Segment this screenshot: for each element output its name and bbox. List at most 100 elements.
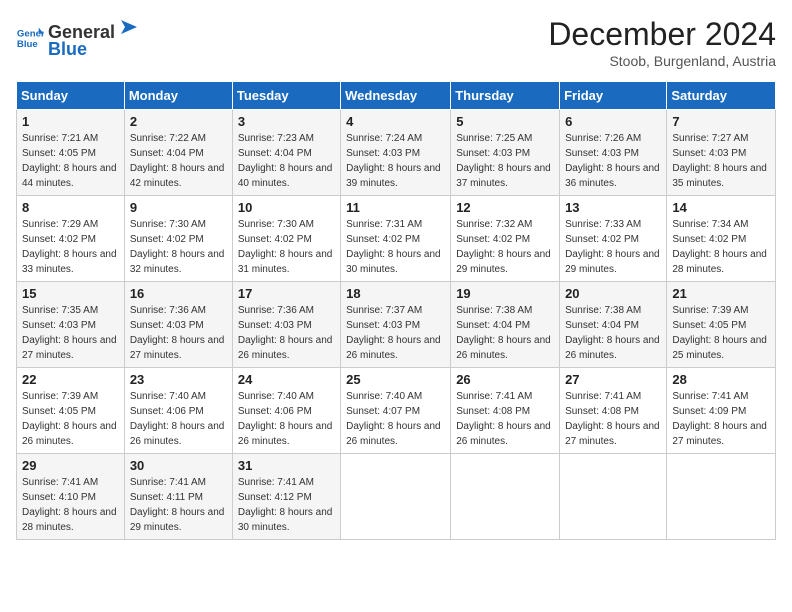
day-detail: Sunrise: 7:26 AMSunset: 4:03 PMDaylight:…: [565, 133, 660, 189]
day-detail: Sunrise: 7:41 AMSunset: 4:09 PMDaylight:…: [672, 391, 767, 447]
svg-text:Blue: Blue: [17, 39, 38, 50]
day-number: 18: [346, 286, 445, 301]
day-number: 24: [238, 372, 335, 387]
day-number: 7: [672, 114, 770, 129]
day-detail: Sunrise: 7:40 AMSunset: 4:06 PMDaylight:…: [130, 391, 225, 447]
calendar-cell: 23 Sunrise: 7:40 AMSunset: 4:06 PMDayligh…: [124, 368, 232, 454]
title-block: December 2024 Stoob, Burgenland, Austria: [548, 16, 776, 69]
day-detail: Sunrise: 7:33 AMSunset: 4:02 PMDaylight:…: [565, 219, 660, 275]
day-number: 1: [22, 114, 119, 129]
day-detail: Sunrise: 7:22 AMSunset: 4:04 PMDaylight:…: [130, 133, 225, 189]
page-header: General Blue General Blue December 2024 …: [16, 16, 776, 69]
day-number: 27: [565, 372, 661, 387]
calendar-cell: [451, 454, 560, 540]
day-number: 22: [22, 372, 119, 387]
calendar-cell: 9 Sunrise: 7:30 AMSunset: 4:02 PMDaylight…: [124, 196, 232, 282]
day-detail: Sunrise: 7:35 AMSunset: 4:03 PMDaylight:…: [22, 305, 117, 361]
day-number: 16: [130, 286, 227, 301]
day-detail: Sunrise: 7:37 AMSunset: 4:03 PMDaylight:…: [346, 305, 441, 361]
day-number: 4: [346, 114, 445, 129]
logo-arrow-icon: [117, 16, 139, 38]
col-header-wednesday: Wednesday: [341, 82, 451, 110]
day-number: 11: [346, 200, 445, 215]
day-number: 3: [238, 114, 335, 129]
calendar-cell: 16Sunrise: 7:36 AMSunset: 4:03 PMDayligh…: [124, 282, 232, 368]
day-detail: Sunrise: 7:40 AMSunset: 4:06 PMDaylight:…: [238, 391, 333, 447]
day-number: 31: [238, 458, 335, 473]
calendar-cell: 20 Sunrise: 7:38 AMSunset: 4:04 PMDayligh…: [560, 282, 667, 368]
col-header-tuesday: Tuesday: [232, 82, 340, 110]
calendar-cell: 5 Sunrise: 7:25 AMSunset: 4:03 PMDaylight…: [451, 110, 560, 196]
calendar-cell: 25 Sunrise: 7:40 AMSunset: 4:07 PMDayligh…: [341, 368, 451, 454]
day-number: 28: [672, 372, 770, 387]
calendar-cell: 7 Sunrise: 7:27 AMSunset: 4:03 PMDaylight…: [667, 110, 776, 196]
day-number: 25: [346, 372, 445, 387]
calendar-cell: 14 Sunrise: 7:34 AMSunset: 4:02 PMDayligh…: [667, 196, 776, 282]
col-header-monday: Monday: [124, 82, 232, 110]
day-number: 9: [130, 200, 227, 215]
calendar-cell: 19Sunrise: 7:38 AMSunset: 4:04 PMDayligh…: [451, 282, 560, 368]
day-detail: Sunrise: 7:29 AMSunset: 4:02 PMDaylight:…: [22, 219, 117, 275]
calendar-cell: 17 Sunrise: 7:36 AMSunset: 4:03 PMDayligh…: [232, 282, 340, 368]
col-header-thursday: Thursday: [451, 82, 560, 110]
day-number: 23: [130, 372, 227, 387]
day-detail: Sunrise: 7:38 AMSunset: 4:04 PMDaylight:…: [565, 305, 660, 361]
col-header-sunday: Sunday: [17, 82, 125, 110]
calendar-cell: 3 Sunrise: 7:23 AMSunset: 4:04 PMDaylight…: [232, 110, 340, 196]
col-header-saturday: Saturday: [667, 82, 776, 110]
day-number: 26: [456, 372, 554, 387]
calendar-cell: 27 Sunrise: 7:41 AMSunset: 4:08 PMDayligh…: [560, 368, 667, 454]
calendar-cell: 18 Sunrise: 7:37 AMSunset: 4:03 PMDayligh…: [341, 282, 451, 368]
day-detail: Sunrise: 7:30 AMSunset: 4:02 PMDaylight:…: [130, 219, 225, 275]
day-number: 8: [22, 200, 119, 215]
day-detail: Sunrise: 7:41 AMSunset: 4:08 PMDaylight:…: [565, 391, 660, 447]
logo-icon: General Blue: [16, 24, 44, 52]
col-header-friday: Friday: [560, 82, 667, 110]
calendar-cell: [341, 454, 451, 540]
calendar-cell: 11 Sunrise: 7:31 AMSunset: 4:02 PMDayligh…: [341, 196, 451, 282]
calendar-cell: 4 Sunrise: 7:24 AMSunset: 4:03 PMDaylight…: [341, 110, 451, 196]
day-detail: Sunrise: 7:39 AMSunset: 4:05 PMDaylight:…: [672, 305, 767, 361]
day-detail: Sunrise: 7:21 AMSunset: 4:05 PMDaylight:…: [22, 133, 117, 189]
day-detail: Sunrise: 7:41 AMSunset: 4:10 PMDaylight:…: [22, 477, 117, 533]
calendar-cell: 1 Sunrise: 7:21 AMSunset: 4:05 PMDaylight…: [17, 110, 125, 196]
day-number: 5: [456, 114, 554, 129]
day-detail: Sunrise: 7:27 AMSunset: 4:03 PMDaylight:…: [672, 133, 767, 189]
day-detail: Sunrise: 7:41 AMSunset: 4:08 PMDaylight:…: [456, 391, 551, 447]
calendar-cell: [667, 454, 776, 540]
day-detail: Sunrise: 7:41 AMSunset: 4:12 PMDaylight:…: [238, 477, 333, 533]
day-number: 14: [672, 200, 770, 215]
day-number: 15: [22, 286, 119, 301]
day-detail: Sunrise: 7:40 AMSunset: 4:07 PMDaylight:…: [346, 391, 441, 447]
calendar-cell: 12Sunrise: 7:32 AMSunset: 4:02 PMDayligh…: [451, 196, 560, 282]
day-detail: Sunrise: 7:34 AMSunset: 4:02 PMDaylight:…: [672, 219, 767, 275]
calendar-cell: 26 Sunrise: 7:41 AMSunset: 4:08 PMDayligh…: [451, 368, 560, 454]
day-detail: Sunrise: 7:24 AMSunset: 4:03 PMDaylight:…: [346, 133, 441, 189]
calendar-cell: 8 Sunrise: 7:29 AMSunset: 4:02 PMDaylight…: [17, 196, 125, 282]
day-detail: Sunrise: 7:23 AMSunset: 4:04 PMDaylight:…: [238, 133, 333, 189]
day-detail: Sunrise: 7:41 AMSunset: 4:11 PMDaylight:…: [130, 477, 225, 533]
day-detail: Sunrise: 7:38 AMSunset: 4:04 PMDaylight:…: [456, 305, 551, 361]
calendar-cell: 10Sunrise: 7:30 AMSunset: 4:02 PMDayligh…: [232, 196, 340, 282]
day-number: 17: [238, 286, 335, 301]
day-number: 13: [565, 200, 661, 215]
day-detail: Sunrise: 7:31 AMSunset: 4:02 PMDaylight:…: [346, 219, 441, 275]
calendar-cell: [560, 454, 667, 540]
location-subtitle: Stoob, Burgenland, Austria: [548, 53, 776, 69]
day-detail: Sunrise: 7:36 AMSunset: 4:03 PMDaylight:…: [238, 305, 333, 361]
calendar-week-4: 22Sunrise: 7:39 AMSunset: 4:05 PMDayligh…: [17, 368, 776, 454]
day-number: 6: [565, 114, 661, 129]
day-number: 21: [672, 286, 770, 301]
day-number: 20: [565, 286, 661, 301]
day-number: 12: [456, 200, 554, 215]
day-number: 30: [130, 458, 227, 473]
calendar-week-5: 29Sunrise: 7:41 AMSunset: 4:10 PMDayligh…: [17, 454, 776, 540]
day-number: 2: [130, 114, 227, 129]
day-detail: Sunrise: 7:25 AMSunset: 4:03 PMDaylight:…: [456, 133, 551, 189]
calendar-week-1: 1 Sunrise: 7:21 AMSunset: 4:05 PMDaylight…: [17, 110, 776, 196]
month-title: December 2024: [548, 16, 776, 53]
calendar-cell: 13 Sunrise: 7:33 AMSunset: 4:02 PMDayligh…: [560, 196, 667, 282]
logo: General Blue General Blue: [16, 16, 139, 60]
calendar-cell: 6 Sunrise: 7:26 AMSunset: 4:03 PMDaylight…: [560, 110, 667, 196]
calendar-week-3: 15 Sunrise: 7:35 AMSunset: 4:03 PMDayligh…: [17, 282, 776, 368]
